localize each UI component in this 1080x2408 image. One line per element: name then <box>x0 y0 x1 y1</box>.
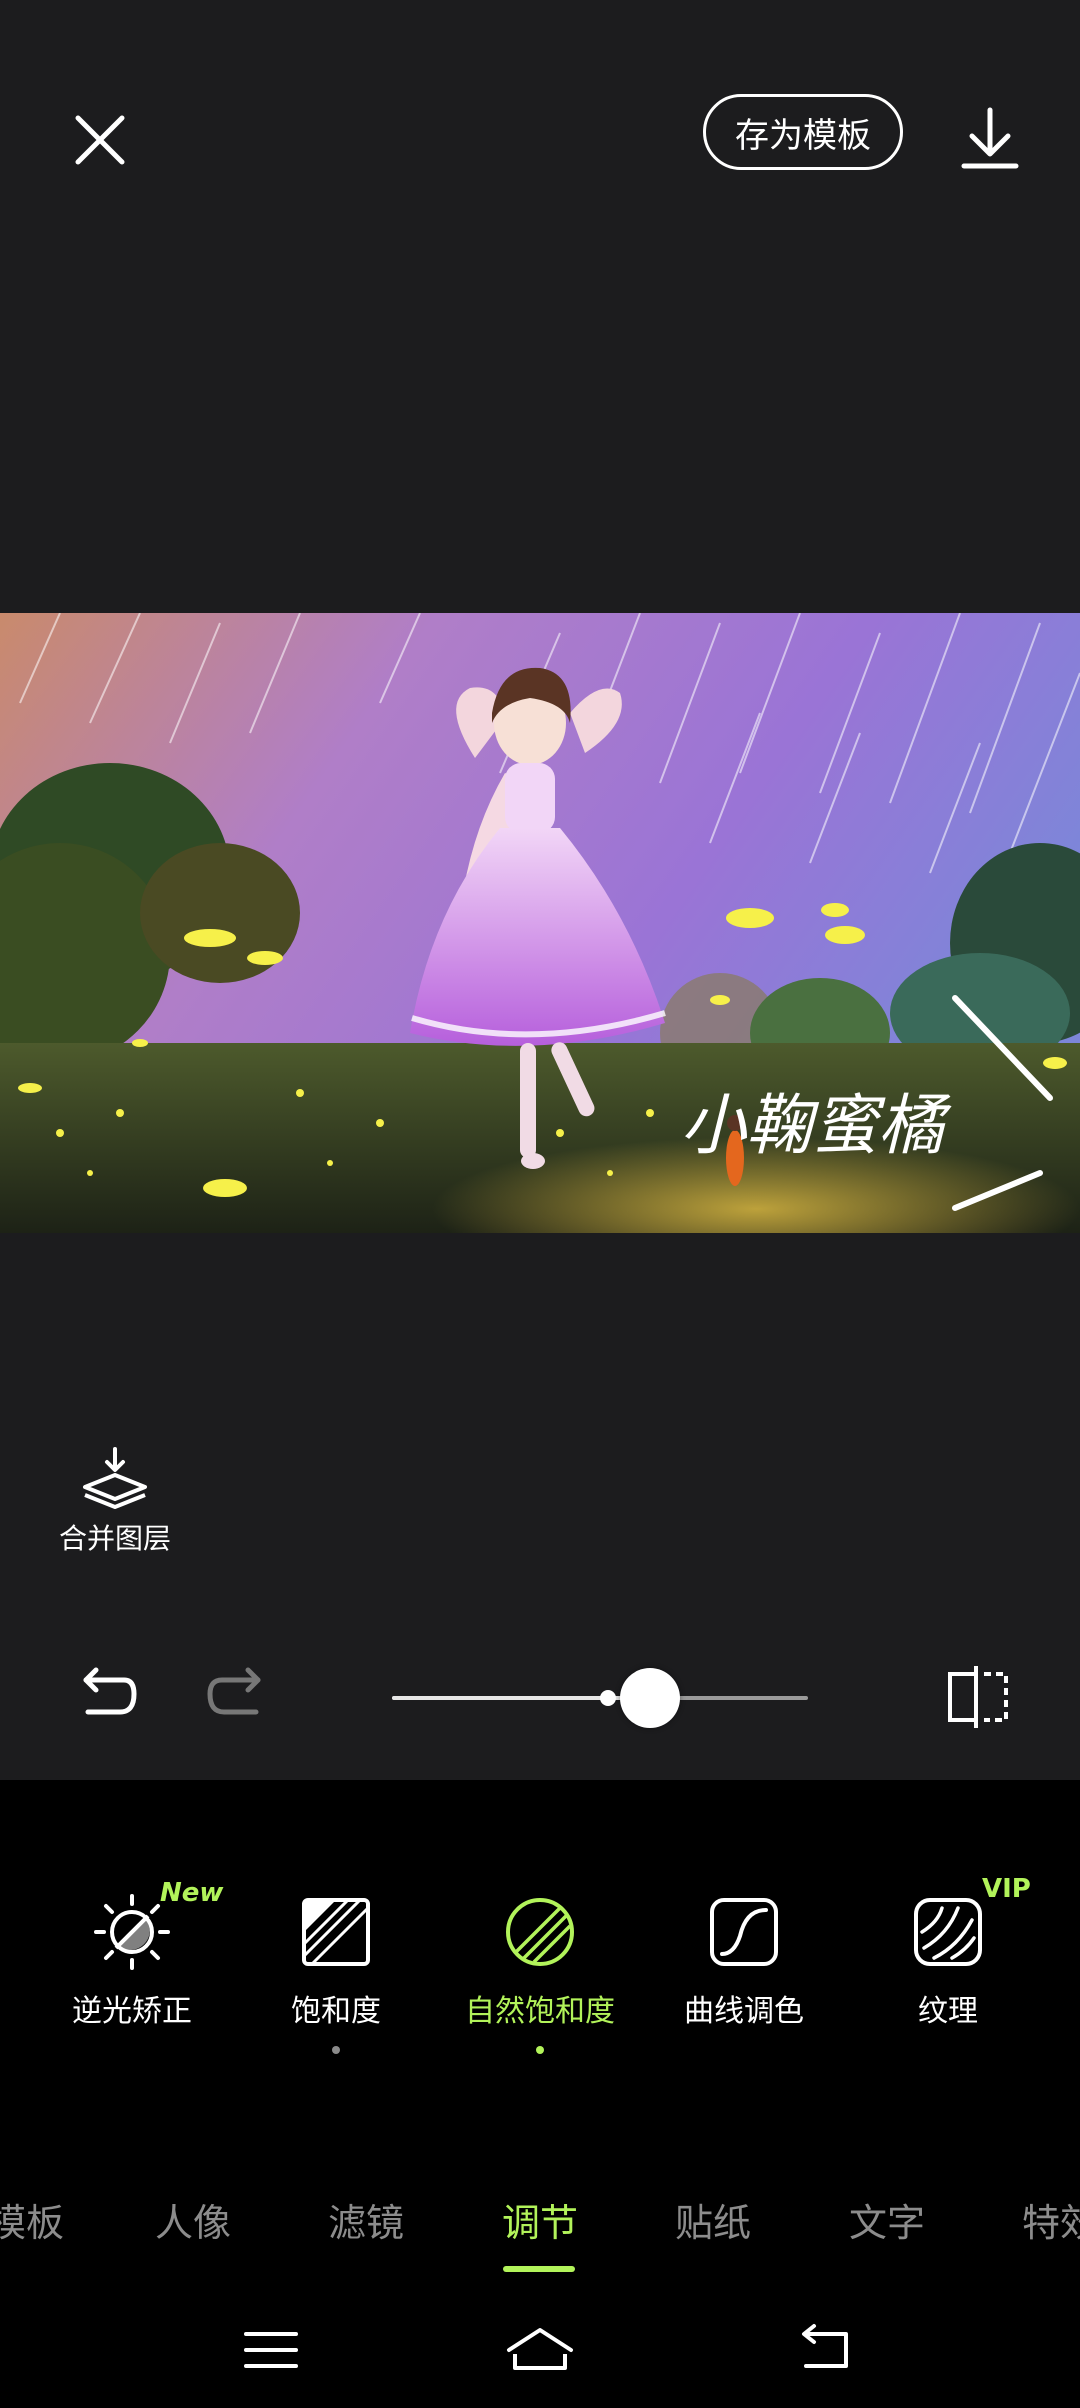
merge-layers-icon <box>83 1447 147 1509</box>
tab-adjust[interactable]: 调节 <box>502 2192 578 2247</box>
vip-badge: VIP <box>982 1874 1031 1904</box>
saturation-icon <box>302 1898 370 1966</box>
save-template-button[interactable]: 存为模板 <box>703 94 903 170</box>
indicator-dot <box>536 2046 544 2054</box>
back-icon[interactable] <box>790 2320 860 2380</box>
slider-center-dot <box>600 1690 616 1706</box>
merge-layers-button[interactable]: 合并图层 <box>40 1445 190 1565</box>
system-nav-bar <box>0 2300 1080 2408</box>
tool-backlight[interactable]: New 逆光矫正 <box>32 1878 232 2080</box>
tab-template[interactable]: 模板 <box>0 2192 64 2247</box>
redo-icon[interactable] <box>206 1662 272 1728</box>
tool-label: 纹理 <box>918 1994 978 2029</box>
top-bar: 存为模板 <box>0 0 1080 260</box>
tab-sticker[interactable]: 贴纸 <box>675 2192 751 2247</box>
curves-icon <box>710 1898 778 1966</box>
compare-icon[interactable] <box>944 1662 1014 1732</box>
category-tabs: 模板 人像 滤镜 调节 贴纸 文字 特效 <box>0 2180 1080 2280</box>
home-icon[interactable] <box>505 2320 575 2380</box>
tab-filter[interactable]: 滤镜 <box>328 2192 404 2247</box>
slider-thumb[interactable] <box>619 1668 680 1728</box>
edited-photo: 小鞠蜜橘 <box>0 613 1080 1233</box>
new-badge: New <box>160 1878 224 1908</box>
tool-saturation[interactable]: 饱和度 <box>236 1880 436 2080</box>
tool-label: 逆光矫正 <box>72 1994 192 2029</box>
tool-label: 饱和度 <box>291 1994 381 2029</box>
tool-label: 自然饱和度 <box>465 1994 615 2029</box>
active-tab-indicator <box>503 2266 575 2272</box>
undo-icon[interactable] <box>72 1662 138 1728</box>
svg-text:小鞠蜜橘: 小鞠蜜橘 <box>680 1087 952 1164</box>
tool-texture[interactable]: VIP 纹理 <box>848 1874 1048 2080</box>
indicator-dot <box>332 2046 340 2054</box>
tab-effects[interactable]: 特效 <box>1022 2192 1080 2247</box>
tool-vibrance[interactable]: 自然饱和度 <box>440 1880 640 2080</box>
tool-curves[interactable]: 曲线调色 <box>644 1880 844 2080</box>
close-icon[interactable] <box>60 100 140 180</box>
vibrance-icon <box>506 1898 574 1966</box>
tab-portrait[interactable]: 人像 <box>155 2192 231 2247</box>
download-icon[interactable] <box>950 100 1030 180</box>
texture-icon <box>914 1898 982 1966</box>
tool-label: 曲线调色 <box>684 1994 804 2029</box>
adjust-tools: New 逆光矫正 饱和度 自然饱和度 曲线调色 VIP 纹理 <box>0 1874 1080 2080</box>
tab-text[interactable]: 文字 <box>849 2192 925 2247</box>
control-row <box>0 1640 1080 1750</box>
merge-layers-label: 合并图层 <box>58 1522 171 1555</box>
intensity-slider[interactable] <box>392 1668 808 1728</box>
photo-canvas[interactable]: 小鞠蜜橘 <box>0 613 1080 1233</box>
menu-icon[interactable] <box>236 2320 306 2380</box>
